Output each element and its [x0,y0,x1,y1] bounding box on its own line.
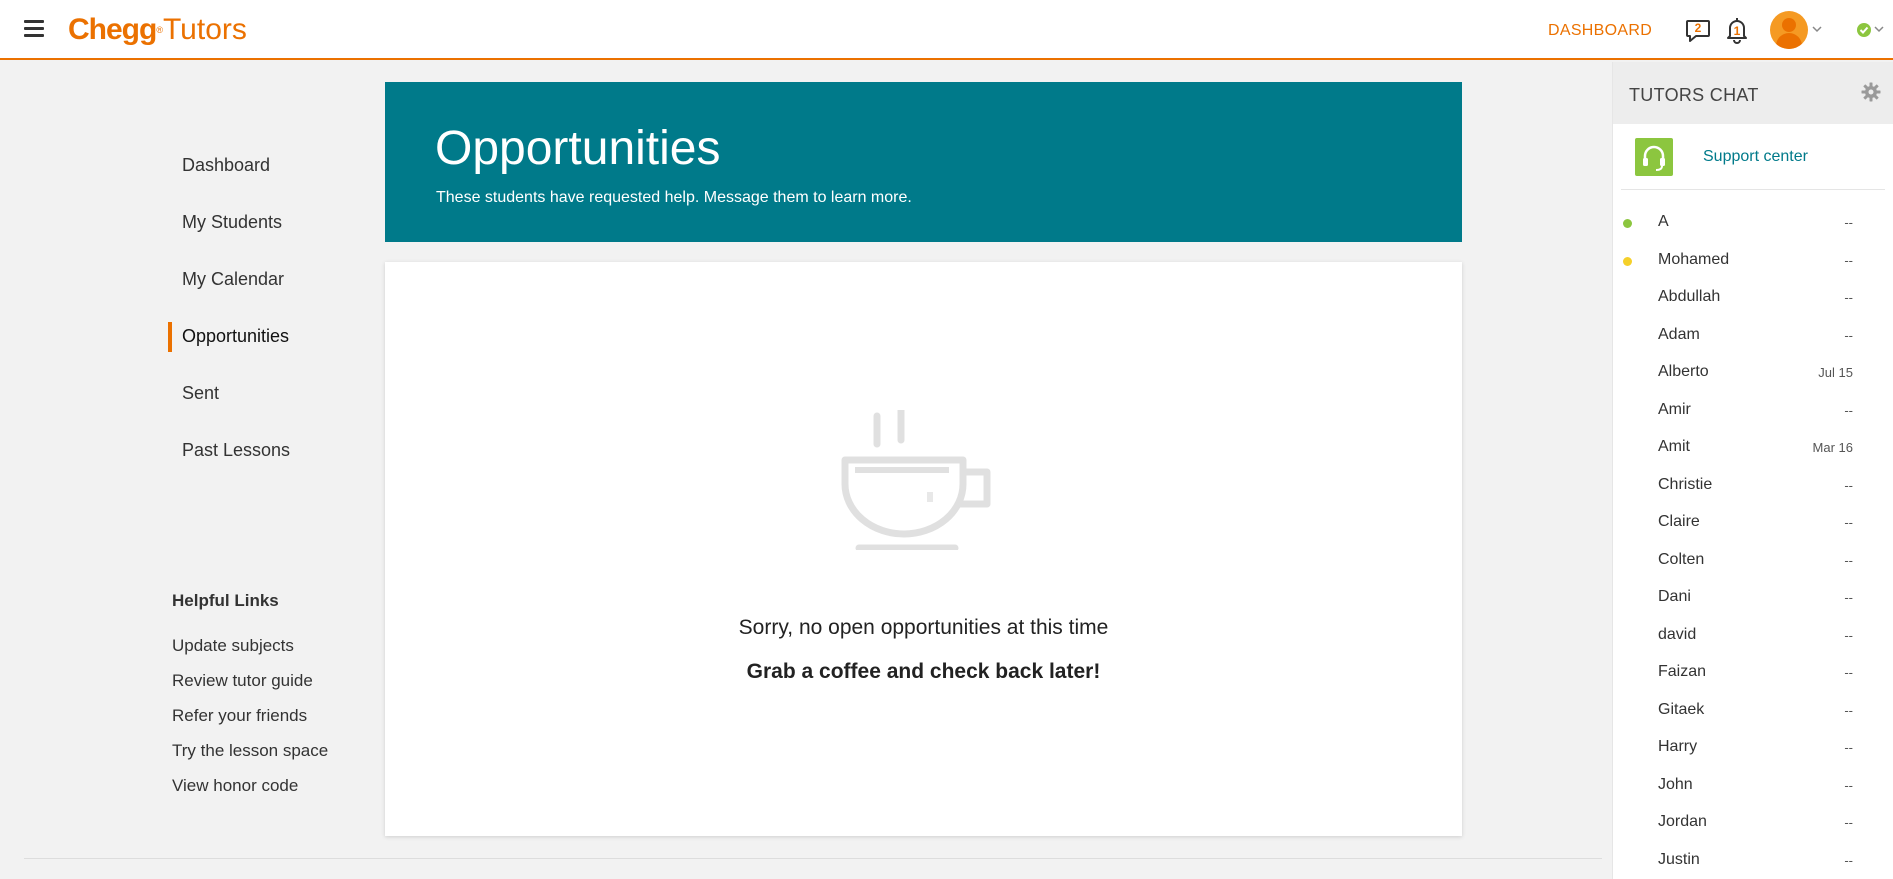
contact-name: Adam [1658,325,1700,343]
contact-name: Harry [1658,738,1698,755]
user-avatar[interactable] [1770,11,1808,49]
chat-contact-row[interactable]: Amir -- [1613,392,1893,429]
contact-last-message-date: -- [1844,252,1853,268]
dashboard-link[interactable]: DASHBOARD [1548,22,1652,40]
contact-last-message-date: -- [1844,777,1853,793]
contact-name: Colten [1658,550,1705,568]
contact-last-message-date: -- [1844,477,1853,493]
chat-contact-row[interactable]: Harry -- [1613,729,1893,766]
chat-title: TUTORS CHAT [1629,85,1759,105]
contact-name: Gitaek [1658,700,1705,718]
helpful-links-heading: Helpful Links [172,591,279,610]
contact-name: Amit [1658,438,1690,455]
chat-contact-row[interactable]: Claire -- [1613,504,1893,541]
notifications-button[interactable]: 1 [1723,16,1751,44]
contact-last-message-date: -- [1844,702,1853,718]
support-center-link[interactable]: Support center [1621,124,1885,190]
contact-last-message-date: Mar 16 [1812,440,1853,455]
contact-name: david [1658,625,1697,643]
chegg-tutors-logo[interactable]: Chegg®Tutors [68,14,247,46]
chat-contact-row[interactable]: Gitaek -- [1613,692,1893,729]
page-subtitle: These students have requested help. Mess… [436,189,912,206]
empty-state-submessage: Grab a coffee and check back later! [746,660,1101,683]
top-navigation-bar: Chegg®Tutors DASHBOARD 2 1 [0,0,1893,60]
presence-status-icon [1623,256,1632,266]
logo-brand: Chegg [68,13,157,46]
gear-icon[interactable] [1861,82,1881,102]
contact-name: Faizan [1658,663,1707,680]
contact-last-message-date: -- [1844,852,1853,868]
footer-divider [24,858,1602,859]
contact-last-message-date: -- [1844,627,1853,643]
chat-contact-row[interactable]: John -- [1613,767,1893,804]
chat-contact-row[interactable]: Adam -- [1613,317,1893,354]
logo-product: Tutors [162,13,247,46]
contact-last-message-date: -- [1844,740,1853,755]
chat-header: TUTORS CHAT [1613,62,1893,124]
sidebar-item-my-students[interactable]: My Students [182,212,282,233]
contact-last-message-date: -- [1844,665,1853,680]
empty-state-message: Sorry, no open opportunities at this tim… [738,616,1109,639]
chat-contact-row[interactable]: Alberto Jul 15 [1613,354,1893,391]
checkmark-icon [1859,26,1869,34]
page-title: Opportunities [435,122,721,175]
contact-last-message-date: -- [1844,552,1853,568]
contact-name: Amir [1658,400,1691,418]
contact-last-message-date: -- [1844,327,1853,343]
contact-name: Dani [1658,588,1691,605]
helpful-link-refer-friends[interactable]: Refer your friends [172,706,307,726]
tutors-chat-panel: TUTORS CHAT Support center A -- Mohamed … [1612,62,1893,879]
chat-contact-row[interactable]: Christie -- [1613,467,1893,504]
contact-last-message-date: -- [1844,290,1853,305]
contact-last-message-date: -- [1844,215,1853,230]
presence-status-icon [1623,219,1632,228]
notifications-count: 1 [1733,24,1741,38]
contact-name: A [1658,213,1669,230]
messages-count: 2 [1694,21,1702,35]
sidebar-item-sent[interactable]: Sent [182,383,219,404]
coffee-cup-icon [841,410,991,550]
contact-last-message-date: -- [1844,402,1853,418]
availability-status-icon[interactable] [1857,23,1871,37]
chat-contact-row[interactable]: Colten -- [1613,542,1893,579]
contact-last-message-date: -- [1844,590,1853,605]
helpful-link-lesson-space[interactable]: Try the lesson space [172,741,328,761]
opportunities-empty-state: Sorry, no open opportunities at this tim… [385,262,1462,836]
sidebar-item-opportunities[interactable]: Opportunities [167,322,289,352]
helpful-link-update-subjects[interactable]: Update subjects [172,636,294,656]
status-chevron-down-icon[interactable] [1874,24,1884,34]
chat-contact-row[interactable]: Justin -- [1613,842,1893,879]
opportunities-header: Opportunities These students have reques… [385,82,1462,242]
chat-contact-row[interactable]: david -- [1613,617,1893,654]
chat-contact-row[interactable]: A -- [1613,204,1893,241]
contact-last-message-date: -- [1844,515,1853,530]
headset-icon [1635,138,1673,176]
contact-name: Justin [1658,850,1700,868]
logo-registered-mark: ® [156,25,163,35]
chevron-down-icon[interactable] [1812,24,1822,34]
helpful-link-review-tutor-guide[interactable]: Review tutor guide [172,671,313,691]
chat-contact-row[interactable]: Abdullah -- [1613,279,1893,316]
helpful-link-honor-code[interactable]: View honor code [172,776,298,796]
contact-name: Jordan [1658,813,1707,830]
contact-name: John [1658,775,1693,793]
chat-contact-row[interactable]: Mohamed -- [1613,242,1893,279]
contact-name: Christie [1658,475,1713,493]
chat-contact-row[interactable]: Dani -- [1613,579,1893,616]
sidebar-item-past-lessons[interactable]: Past Lessons [182,440,290,461]
messages-button[interactable]: 2 [1684,16,1712,44]
contact-name: Claire [1658,513,1700,530]
sidebar-item-dashboard[interactable]: Dashboard [182,155,270,176]
chat-contact-row[interactable]: Amit Mar 16 [1613,429,1893,466]
contact-name: Abdullah [1658,288,1721,305]
support-center-label: Support center [1703,148,1808,165]
hamburger-menu-icon[interactable] [24,20,44,38]
contact-last-message-date: -- [1844,815,1853,830]
contact-name: Mohamed [1658,250,1730,268]
chat-contact-row[interactable]: Jordan -- [1613,804,1893,841]
chat-contact-row[interactable]: Faizan -- [1613,654,1893,691]
sidebar-item-my-calendar[interactable]: My Calendar [182,269,284,290]
contact-last-message-date: Jul 15 [1818,365,1853,380]
contact-name: Alberto [1658,363,1709,380]
